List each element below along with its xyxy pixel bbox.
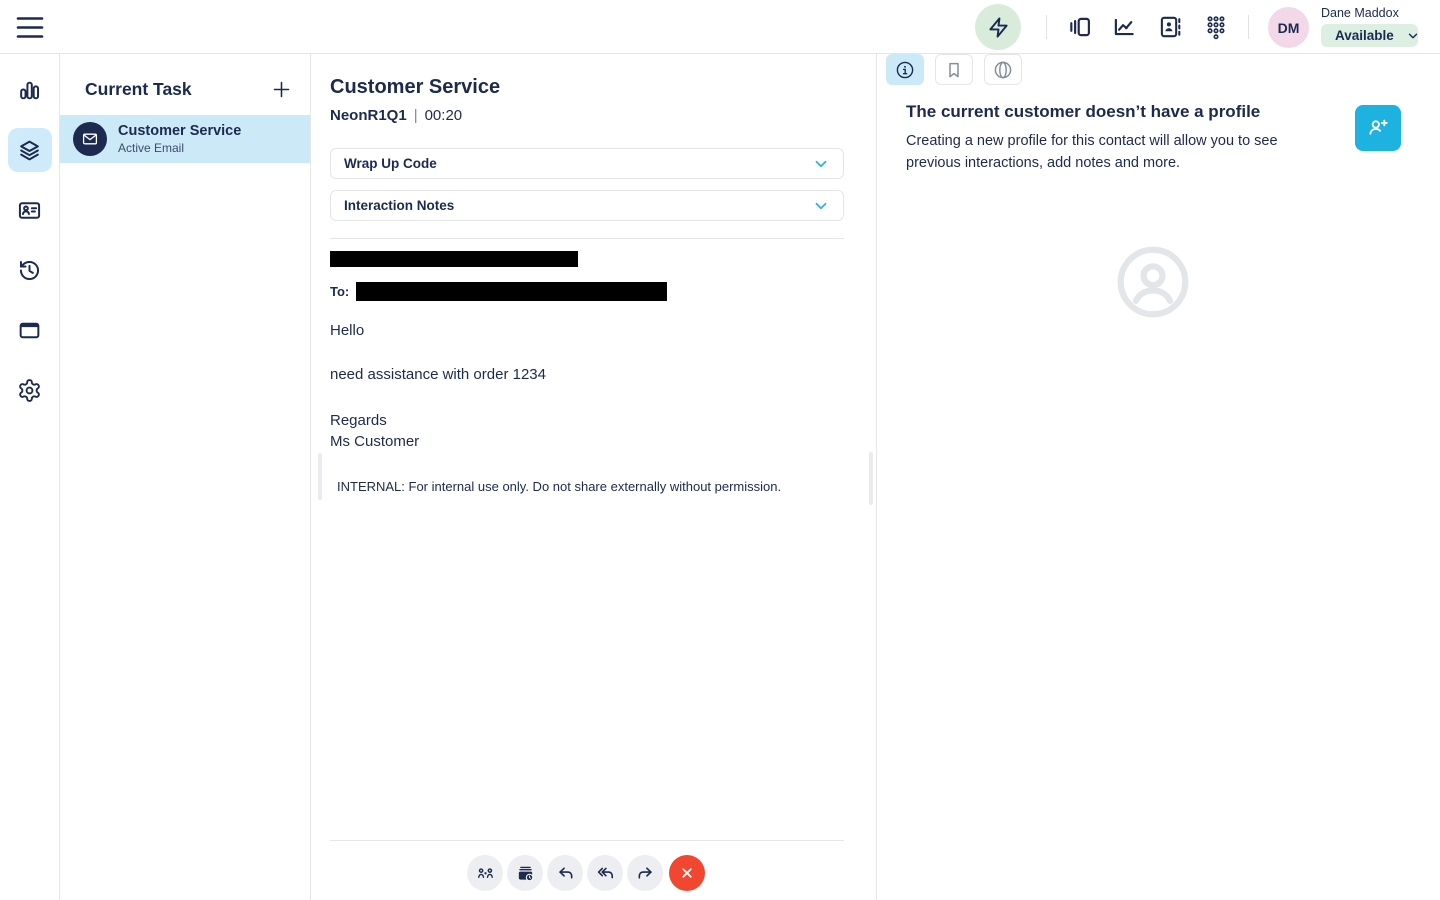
journey-icon (993, 60, 1013, 80)
tab-info[interactable] (886, 54, 924, 85)
directory-button[interactable] (1156, 13, 1184, 41)
tab-journey[interactable] (984, 54, 1022, 85)
task-list-item-customer-service[interactable]: Customer Service Active Email (60, 115, 310, 163)
sidebar-item-history[interactable] (8, 248, 52, 292)
header-divider (1046, 15, 1047, 39)
interactions-button[interactable] (1066, 13, 1094, 41)
gear-icon (17, 378, 42, 403)
bookmark-icon (944, 60, 964, 80)
email-closing-word: Regards (330, 412, 387, 429)
email-to-row: To: (330, 282, 844, 301)
quick-actions-button[interactable] (975, 4, 1021, 50)
profile-header: The current customer doesn’t have a prof… (906, 102, 1401, 174)
info-icon (895, 60, 915, 80)
contact-card-icon (17, 198, 42, 223)
email-closing: Regards Ms Customer (330, 410, 844, 452)
disconnect-button[interactable] (669, 855, 705, 891)
performance-button[interactable] (1110, 13, 1138, 41)
redacted-recipient (356, 282, 668, 301)
directory-icon (1157, 14, 1183, 40)
chevron-down-icon (812, 155, 830, 173)
create-profile-button[interactable] (1355, 105, 1401, 151)
interaction-notes-dropdown[interactable]: Interaction Notes (330, 190, 844, 221)
sidebar-item-apps[interactable] (8, 308, 52, 352)
no-profile-heading: The current customer doesn’t have a prof… (906, 102, 1261, 121)
tab-bookmark[interactable] (935, 54, 973, 85)
reply-all-button[interactable] (587, 855, 623, 891)
scrollbar-thumb[interactable] (318, 453, 322, 500)
top-bar: DM Dane Maddox Available (0, 0, 1440, 54)
forward-icon (636, 864, 655, 883)
email-icon (73, 122, 107, 156)
to-label: To: (330, 284, 350, 299)
user-avatar[interactable]: DM (1268, 7, 1309, 48)
history-icon (17, 258, 42, 283)
app-body: Current Task Customer Service Active Ema… (0, 54, 1440, 900)
window-icon (17, 318, 42, 343)
email-body: need assistance with order 1234 (330, 366, 546, 383)
profile-panel: The current customer doesn’t have a prof… (877, 54, 1440, 900)
park-email-icon (516, 864, 535, 883)
task-item-text: Customer Service Active Email (118, 123, 241, 155)
meta-separator: | (413, 107, 418, 124)
reply-icon (556, 864, 575, 883)
email-signature: Ms Customer (330, 433, 420, 450)
add-task-button[interactable] (269, 77, 293, 101)
user-name: Dane Maddox (1321, 6, 1399, 20)
reply-all-icon (596, 864, 615, 883)
profile-tabs (886, 54, 1440, 85)
email-toolbar (467, 855, 705, 891)
sidebar-item-settings[interactable] (8, 368, 52, 412)
task-item-title: Customer Service (118, 123, 242, 139)
status-selector[interactable]: Available (1321, 24, 1418, 47)
transfer-icon (476, 864, 495, 883)
interaction-panel: Customer Service NeonR1Q1 | 00:20 Wrap U… (311, 54, 877, 900)
task-panel-header: Current Task (60, 54, 310, 115)
interaction-notes-label: Interaction Notes (344, 198, 455, 213)
hamburger-icon (15, 14, 45, 41)
disconnect-icon (678, 864, 696, 882)
sidebar-item-contacts[interactable] (8, 188, 52, 232)
sidebar-item-interactions[interactable] (7, 128, 52, 172)
park-email-button[interactable] (507, 855, 543, 891)
interaction-title: Customer Service (330, 76, 501, 98)
reply-button[interactable] (547, 855, 583, 891)
scrollbar-thumb[interactable] (869, 452, 873, 505)
sidebar-rail (0, 54, 60, 900)
task-panel-title: Current Task (85, 78, 192, 99)
profile-placeholder-icon (1110, 239, 1196, 325)
toolbar-divider (330, 840, 844, 841)
chevron-down-icon (1406, 29, 1420, 43)
profile-header-text: The current customer doesn’t have a prof… (906, 102, 1324, 174)
interaction-timer: 00:20 (424, 107, 463, 124)
task-item-subtitle: Active Email (118, 141, 185, 155)
quick-actions-icon (987, 16, 1010, 39)
wrap-up-code-dropdown[interactable]: Wrap Up Code (330, 148, 844, 179)
queue-name: NeonR1Q1 (330, 107, 407, 124)
transfer-button[interactable] (467, 855, 503, 891)
plus-icon (271, 79, 292, 100)
no-profile-description: Creating a new profile for this contact … (906, 133, 1278, 171)
sidebar-item-performance[interactable] (8, 68, 52, 112)
hamburger-menu-button[interactable] (15, 13, 45, 41)
dialpad-icon (1204, 14, 1228, 40)
layers-icon (17, 138, 42, 163)
performance-icon (1111, 14, 1137, 40)
internal-note: INTERNAL: For internal use only. Do not … (337, 479, 782, 494)
user-block: Dane Maddox Available (1321, 6, 1418, 47)
header-divider (1248, 15, 1249, 39)
interaction-meta: NeonR1Q1 | 00:20 (330, 107, 844, 124)
forward-button[interactable] (627, 855, 663, 891)
redacted-subject (330, 251, 578, 267)
bar-chart-icon (17, 78, 42, 103)
status-label: Available (1335, 28, 1394, 43)
dialpad-button[interactable] (1202, 13, 1230, 41)
person-plus-icon (1366, 116, 1390, 140)
email-header-divider (330, 238, 844, 239)
email-greeting: Hello (330, 322, 365, 339)
wrap-up-code-label: Wrap Up Code (344, 156, 437, 171)
task-list-panel: Current Task Customer Service Active Ema… (60, 54, 311, 900)
interactions-icon (1067, 14, 1093, 40)
chevron-down-icon (812, 197, 830, 215)
